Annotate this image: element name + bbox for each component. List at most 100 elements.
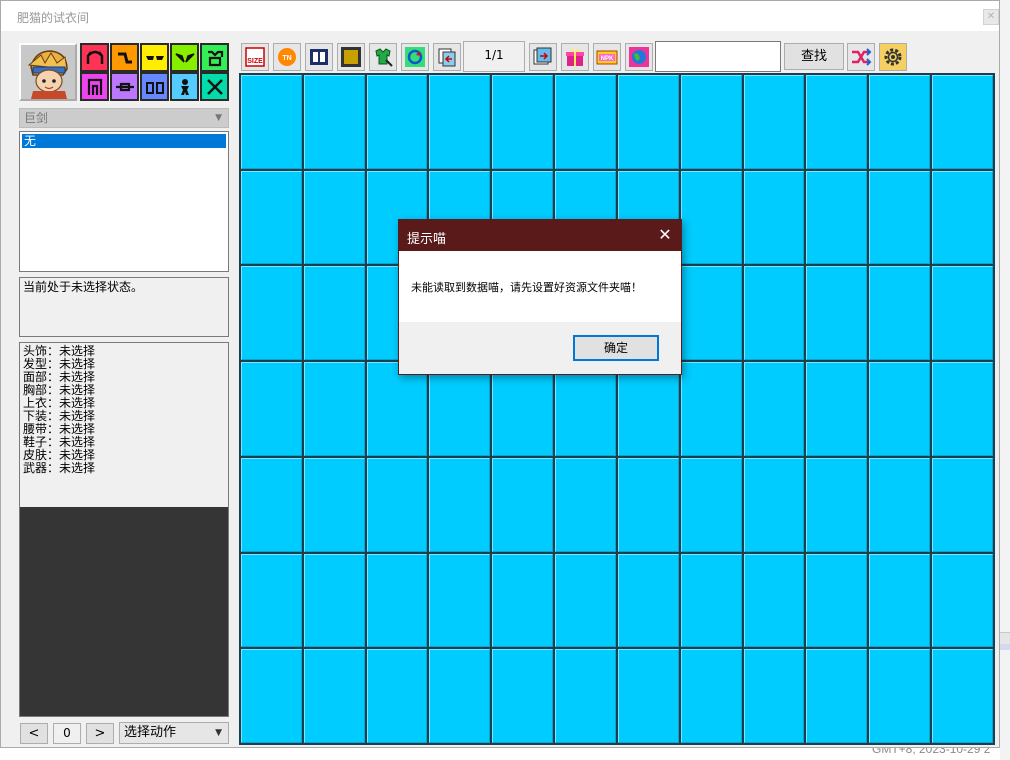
- next-frame-button[interactable]: >: [86, 723, 114, 744]
- category-pants-button[interactable]: [80, 72, 109, 101]
- grid-cell[interactable]: [303, 266, 365, 361]
- search-input[interactable]: [655, 41, 781, 72]
- grid-cell[interactable]: [303, 649, 365, 743]
- category-skin-button[interactable]: [170, 72, 199, 101]
- grid-cell[interactable]: [617, 362, 679, 456]
- grid-cell[interactable]: [869, 170, 931, 265]
- grid-cell[interactable]: [366, 553, 428, 648]
- category-belt-button[interactable]: [110, 72, 139, 101]
- grid-cell[interactable]: [806, 649, 868, 743]
- grid-cell[interactable]: [743, 553, 805, 648]
- grid-cell[interactable]: [932, 170, 993, 265]
- grid-cell[interactable]: [743, 649, 805, 743]
- grid-cell[interactable]: [303, 170, 365, 265]
- grid-cell[interactable]: [303, 553, 365, 648]
- item-listbox[interactable]: 无: [19, 131, 229, 272]
- grid-cell[interactable]: [680, 75, 742, 169]
- grid-cell[interactable]: [241, 170, 302, 265]
- grid-cell[interactable]: [806, 75, 868, 169]
- weapon-type-select[interactable]: 巨剑 ▼: [19, 108, 229, 128]
- grid-cell[interactable]: [241, 649, 302, 743]
- grid-cell[interactable]: [869, 457, 931, 552]
- outfit-button[interactable]: [369, 43, 397, 71]
- grid-cell[interactable]: [680, 266, 742, 361]
- grid-cell[interactable]: [806, 362, 868, 456]
- grid-cell[interactable]: [429, 649, 491, 743]
- grid-cell[interactable]: [932, 457, 993, 552]
- grid-cell[interactable]: [492, 362, 554, 456]
- grid-cell[interactable]: [429, 75, 491, 169]
- grid-cell[interactable]: [743, 457, 805, 552]
- grid-cell[interactable]: [932, 75, 993, 169]
- npk-button[interactable]: NPK: [593, 43, 621, 71]
- grid-cell[interactable]: [555, 649, 616, 743]
- grid-cell[interactable]: [680, 170, 742, 265]
- grid-cell[interactable]: [241, 362, 302, 456]
- category-shoes-button[interactable]: [140, 72, 169, 101]
- globe-button[interactable]: [625, 43, 653, 71]
- grid-cell[interactable]: [806, 170, 868, 265]
- action-select[interactable]: 选择动作 ▼: [119, 722, 229, 744]
- grid-cell[interactable]: [492, 553, 554, 648]
- category-top-button[interactable]: [200, 43, 229, 72]
- grid-cell[interactable]: [555, 457, 616, 552]
- grid-cell[interactable]: [680, 553, 742, 648]
- grid-cell[interactable]: [429, 457, 491, 552]
- grid-cell[interactable]: [366, 75, 428, 169]
- grid-cell[interactable]: [241, 266, 302, 361]
- category-helmet-button[interactable]: [80, 43, 109, 72]
- settings-button[interactable]: [879, 43, 907, 71]
- grid-cell[interactable]: [241, 553, 302, 648]
- grid-cell[interactable]: [869, 362, 931, 456]
- category-hair-button[interactable]: [110, 43, 139, 72]
- grid-cell[interactable]: [366, 457, 428, 552]
- grid-cell[interactable]: [241, 75, 302, 169]
- grid-cell[interactable]: [492, 75, 554, 169]
- refresh-button[interactable]: [401, 43, 429, 71]
- grid-cell[interactable]: [366, 649, 428, 743]
- grid-cell[interactable]: [303, 75, 365, 169]
- character-avatar-button[interactable]: [19, 43, 77, 101]
- grid-cell[interactable]: [366, 362, 428, 456]
- grid-cell[interactable]: [869, 266, 931, 361]
- grid-cell[interactable]: [932, 649, 993, 743]
- list-item-selected[interactable]: 无: [22, 134, 226, 148]
- window-close-button[interactable]: ✕: [983, 9, 999, 25]
- grid-cell[interactable]: [932, 266, 993, 361]
- grid-cell[interactable]: [869, 649, 931, 743]
- grid-cell[interactable]: [617, 457, 679, 552]
- grid-cell[interactable]: [617, 75, 679, 169]
- grid-cell[interactable]: [492, 649, 554, 743]
- grid-cell[interactable]: [680, 457, 742, 552]
- export-button[interactable]: [529, 43, 557, 71]
- dialog-title-bar[interactable]: 提示喵 ✕: [399, 220, 681, 251]
- prev-frame-button[interactable]: <: [20, 723, 48, 744]
- grid-cell[interactable]: [303, 457, 365, 552]
- shuffle-button[interactable]: [847, 43, 875, 71]
- grid-cell[interactable]: [743, 266, 805, 361]
- gift-button[interactable]: [561, 43, 589, 71]
- dialog-ok-button[interactable]: 确定: [573, 335, 659, 361]
- grid-cell[interactable]: [743, 75, 805, 169]
- category-glasses-button[interactable]: [140, 43, 169, 72]
- grid-cell[interactable]: [555, 362, 616, 456]
- grid-cell[interactable]: [241, 457, 302, 552]
- grid-cell[interactable]: [806, 553, 868, 648]
- grid-cell[interactable]: [617, 649, 679, 743]
- grid-cell[interactable]: [743, 362, 805, 456]
- grid-cell[interactable]: [492, 457, 554, 552]
- grid-cell[interactable]: [806, 266, 868, 361]
- grid-cell[interactable]: [555, 553, 616, 648]
- grid-cell[interactable]: [555, 75, 616, 169]
- grid-cell[interactable]: [680, 362, 742, 456]
- grid-cell[interactable]: [806, 457, 868, 552]
- copy-button[interactable]: [433, 43, 461, 71]
- grid-cell[interactable]: [869, 75, 931, 169]
- grid-cell[interactable]: [869, 553, 931, 648]
- category-weapon-button[interactable]: [200, 72, 229, 101]
- book-button[interactable]: [305, 43, 333, 71]
- grid-cell[interactable]: [932, 362, 993, 456]
- grid-cell[interactable]: [429, 362, 491, 456]
- grid-cell[interactable]: [429, 553, 491, 648]
- grid-cell[interactable]: [303, 362, 365, 456]
